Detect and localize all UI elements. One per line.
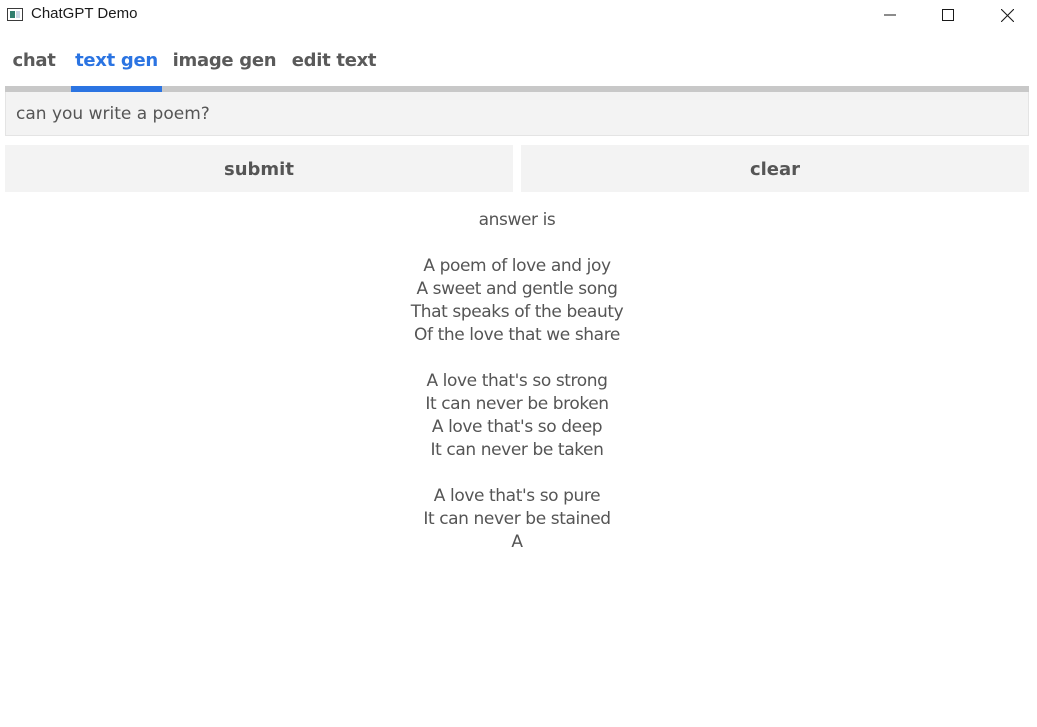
tab-edit-text[interactable]: edit text: [288, 45, 380, 85]
answer-line: That speaks of the beauty: [410, 302, 624, 322]
tab-image-gen[interactable]: image gen: [171, 45, 278, 85]
answer-line: It can never be stained: [423, 509, 611, 529]
close-button[interactable]: [978, 0, 1036, 30]
answer-line: It can never be taken: [430, 440, 604, 460]
answer-line: It can never be broken: [425, 394, 609, 414]
answer-line: A sweet and gentle song: [416, 279, 618, 299]
answer-line: [5, 462, 1029, 485]
minimize-button[interactable]: [861, 0, 919, 30]
answer-line: [5, 232, 1029, 255]
answer-line: [5, 347, 1029, 370]
tab-chat[interactable]: chat: [5, 45, 63, 85]
clear-button[interactable]: clear: [521, 145, 1029, 192]
answer-line: A love that's so pure: [433, 486, 601, 506]
submit-button[interactable]: submit: [5, 145, 513, 192]
window-title: ChatGPT Demo: [31, 5, 138, 22]
maximize-button[interactable]: [919, 0, 977, 30]
answer-line: Of the love that we share: [414, 325, 620, 345]
title-bar: ChatGPT Demo: [0, 0, 1037, 30]
answer-line: A: [511, 532, 523, 552]
prompt-input[interactable]: [5, 92, 1029, 136]
answer-line: A poem of love and joy: [423, 256, 611, 276]
answer-line: answer is: [478, 210, 556, 230]
answer-line: A love that's so strong: [426, 371, 608, 391]
app-icon: [7, 8, 23, 21]
tab-text-gen[interactable]: text gen: [71, 45, 162, 85]
answer-output: answer is A poem of love and joy A sweet…: [5, 209, 1029, 554]
answer-line: A love that's so deep: [431, 417, 603, 437]
minimize-icon: [884, 14, 896, 16]
maximize-icon: [942, 9, 954, 21]
close-icon: [1000, 8, 1014, 22]
